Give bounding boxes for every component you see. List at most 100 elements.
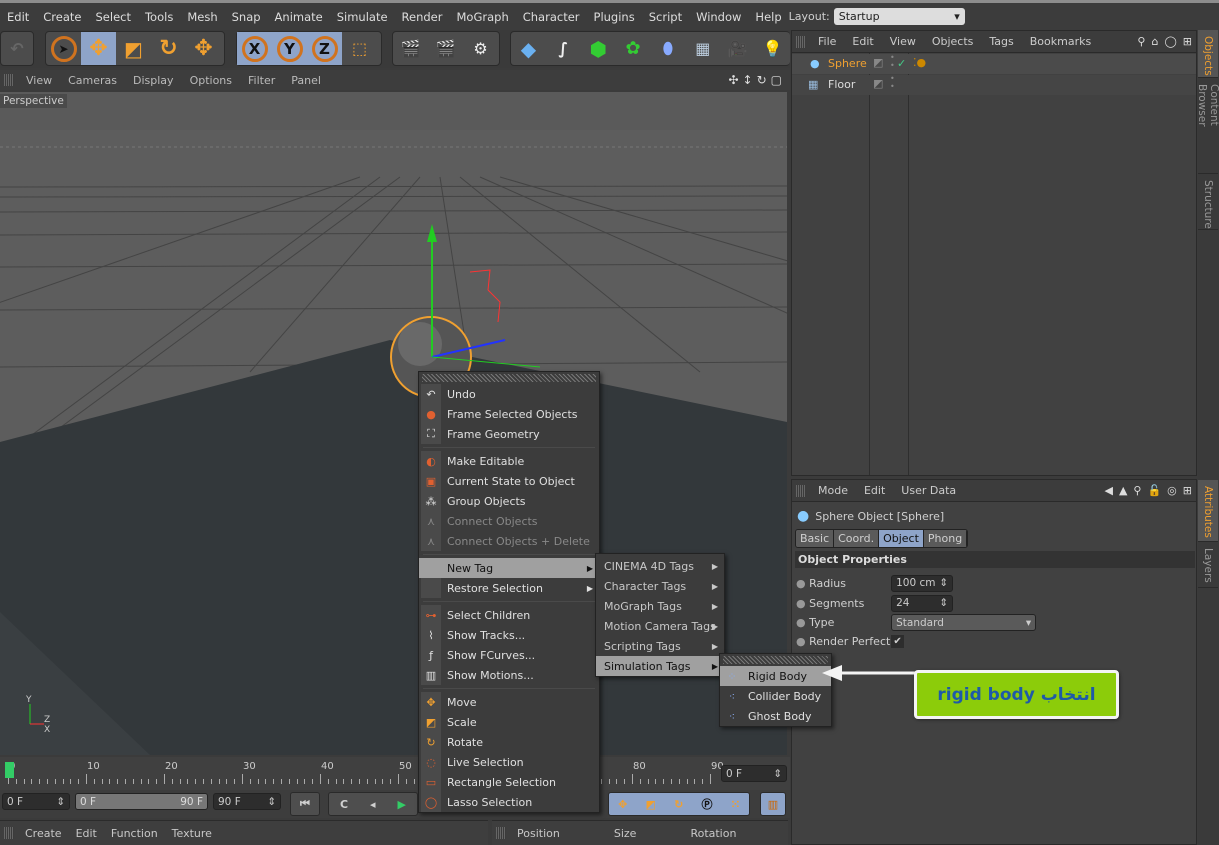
coord-header-rotation[interactable]: Rotation: [683, 827, 743, 840]
submenu-item-mograph-tags[interactable]: MoGraph Tags ▶: [596, 596, 724, 616]
go-to-start-button[interactable]: ⏮: [290, 792, 320, 816]
side-tab-objects[interactable]: Objects: [1198, 30, 1218, 78]
segments-field[interactable]: 24 ⇕: [891, 594, 954, 612]
timeline-window-icon[interactable]: ▥: [760, 792, 786, 816]
scale-tool-icon[interactable]: ◩: [116, 32, 151, 65]
render-perfect-checkbox[interactable]: ✔: [891, 635, 905, 648]
maximize-icon[interactable]: ▢: [771, 73, 782, 87]
cube-icon[interactable]: ◆: [511, 32, 546, 65]
side-tab-attributes[interactable]: Attributes: [1198, 480, 1218, 542]
layer-icon[interactable]: ◩: [873, 56, 883, 69]
rotate-tool-icon[interactable]: ↻: [151, 32, 186, 65]
objects-menu-bookmarks[interactable]: Bookmarks: [1022, 35, 1099, 48]
menu-item-show-tracks[interactable]: ⌇ Show Tracks...: [419, 625, 599, 645]
frame-range-slider[interactable]: 0 F 90 F: [75, 793, 208, 810]
menu-item-show-fcurves[interactable]: ƒ Show FCurves...: [419, 645, 599, 665]
pan-icon[interactable]: ✣: [728, 73, 738, 87]
viewport-menu-options[interactable]: Options: [182, 74, 240, 87]
tear-off-handle[interactable]: [422, 374, 596, 382]
animate-dot-icon[interactable]: ●: [796, 577, 806, 590]
side-tab-structure[interactable]: Structure: [1198, 174, 1218, 230]
menu-window[interactable]: Window: [689, 10, 748, 24]
material-menu-create[interactable]: Create: [18, 827, 69, 840]
animate-dot-icon[interactable]: ●: [796, 616, 806, 629]
move-key-icon[interactable]: ✥: [618, 798, 627, 811]
x-axis-button[interactable]: X: [237, 32, 272, 65]
viewport-menu-panel[interactable]: Panel: [283, 74, 329, 87]
layer-icon[interactable]: ◩: [873, 77, 883, 90]
rotate-key-icon[interactable]: ↻: [674, 798, 683, 811]
rigid-body-tag-icon[interactable]: ⁚●: [913, 56, 926, 69]
menu-item-restore-selection[interactable]: Restore Selection ▶: [419, 578, 599, 598]
attributes-menu-user-data[interactable]: User Data: [893, 484, 964, 497]
coordinate-system-icon[interactable]: ⬚: [342, 32, 377, 65]
objects-menu-objects[interactable]: Objects: [924, 35, 982, 48]
menu-item-move[interactable]: ✥ Move: [419, 692, 599, 712]
menu-edit[interactable]: Edit: [0, 10, 36, 24]
end-frame-field[interactable]: 90 F ⇕: [213, 793, 281, 810]
menu-item-undo[interactable]: ↶ Undo: [419, 384, 599, 404]
submenu-item-character-tags[interactable]: Character Tags ▶: [596, 576, 724, 596]
lock-icon[interactable]: 🔓: [1147, 484, 1161, 497]
live-selection-button[interactable]: ➤: [46, 32, 81, 65]
menu-item-frame-selected-objects[interactable]: ● Frame Selected Objects: [419, 404, 599, 424]
visibility-dots[interactable]: • •: [890, 75, 895, 91]
objects-menu-view[interactable]: View: [882, 35, 924, 48]
home-icon[interactable]: ⌂: [1151, 35, 1158, 48]
grip-handle[interactable]: [4, 827, 14, 839]
grip-handle[interactable]: [796, 35, 806, 48]
light-icon[interactable]: 💡: [755, 32, 790, 65]
menu-simulate[interactable]: Simulate: [330, 10, 395, 24]
submenu-item-cinema-4d-tags[interactable]: CINEMA 4D Tags ▶: [596, 556, 724, 576]
transform-tool-icon[interactable]: ✥: [186, 32, 221, 65]
y-axis-button[interactable]: Y: [272, 32, 307, 65]
subdivision-surface-icon[interactable]: ⬢: [581, 32, 616, 65]
undo-icon[interactable]: ↶: [1, 32, 33, 65]
radius-field[interactable]: 100 cm ⇕: [891, 574, 954, 592]
enabled-check-icon[interactable]: ✓: [897, 57, 906, 70]
menu-item-group-objects[interactable]: ⁂ Group Objects: [419, 491, 599, 511]
menu-item-select-children[interactable]: ⊶ Select Children: [419, 605, 599, 625]
coord-header-position[interactable]: Position: [510, 827, 567, 840]
objects-menu-file[interactable]: File: [810, 35, 844, 48]
menu-item-scale[interactable]: ◩ Scale: [419, 712, 599, 732]
submenu-item-simulation-tags[interactable]: Simulation Tags ▶: [596, 656, 724, 676]
viewport-menu-cameras[interactable]: Cameras: [60, 74, 125, 87]
new-panel-icon[interactable]: ⊞: [1183, 35, 1192, 48]
menu-item-rotate[interactable]: ↻ Rotate: [419, 732, 599, 752]
type-dropdown[interactable]: Standard ▾: [891, 614, 1037, 631]
scale-key-icon[interactable]: ◩: [646, 798, 656, 811]
menu-item-live-selection[interactable]: ◌ Live Selection: [419, 752, 599, 772]
up-arrow-icon[interactable]: ▲: [1119, 484, 1127, 497]
new-panel-icon[interactable]: ⊞: [1183, 484, 1192, 497]
side-tab-content-browser[interactable]: Content Browser: [1196, 78, 1219, 174]
point-level-icon[interactable]: ⁙: [731, 798, 740, 811]
render-picture-viewer-icon[interactable]: 🎬: [428, 32, 463, 65]
object-row[interactable]: ● Sphere ◩ • • ✓ ⁚●: [792, 54, 1196, 74]
parameter-key-icon[interactable]: Ⓟ: [702, 796, 713, 812]
submenu-item-ghost-body[interactable]: ⁖ Ghost Body: [720, 706, 831, 726]
playhead[interactable]: [5, 762, 14, 778]
camera-icon[interactable]: 🎥: [720, 32, 755, 65]
side-tab-layers[interactable]: Layers: [1198, 542, 1218, 588]
objects-menu-edit[interactable]: Edit: [844, 35, 881, 48]
camera-label[interactable]: Perspective: [0, 94, 67, 108]
current-frame-field[interactable]: 0 F ⇕: [721, 765, 787, 782]
submenu-item-scripting-tags[interactable]: Scripting Tags ▶: [596, 636, 724, 656]
viewport-menu-display[interactable]: Display: [125, 74, 182, 87]
move-tool-icon[interactable]: ✥: [81, 32, 116, 65]
menu-select[interactable]: Select: [89, 10, 138, 24]
menu-script[interactable]: Script: [642, 10, 689, 24]
tear-off-handle[interactable]: [723, 656, 828, 664]
menu-item-show-motions[interactable]: ▥ Show Motions...: [419, 665, 599, 685]
menu-item-current-state-to-object[interactable]: ▣ Current State to Object: [419, 471, 599, 491]
menu-help[interactable]: Help: [748, 10, 788, 24]
menu-render[interactable]: Render: [395, 10, 450, 24]
tab-basic[interactable]: Basic: [796, 530, 835, 547]
menu-item-rectangle-selection[interactable]: ▭ Rectangle Selection: [419, 772, 599, 792]
menu-mograph[interactable]: MoGraph: [450, 10, 516, 24]
render-view-icon[interactable]: 🎬: [393, 32, 428, 65]
timeline-ruler[interactable]: 0102030405060708090 0 F⇕: [0, 757, 790, 790]
menu-snap[interactable]: Snap: [225, 10, 268, 24]
attributes-menu-mode[interactable]: Mode: [810, 484, 856, 497]
